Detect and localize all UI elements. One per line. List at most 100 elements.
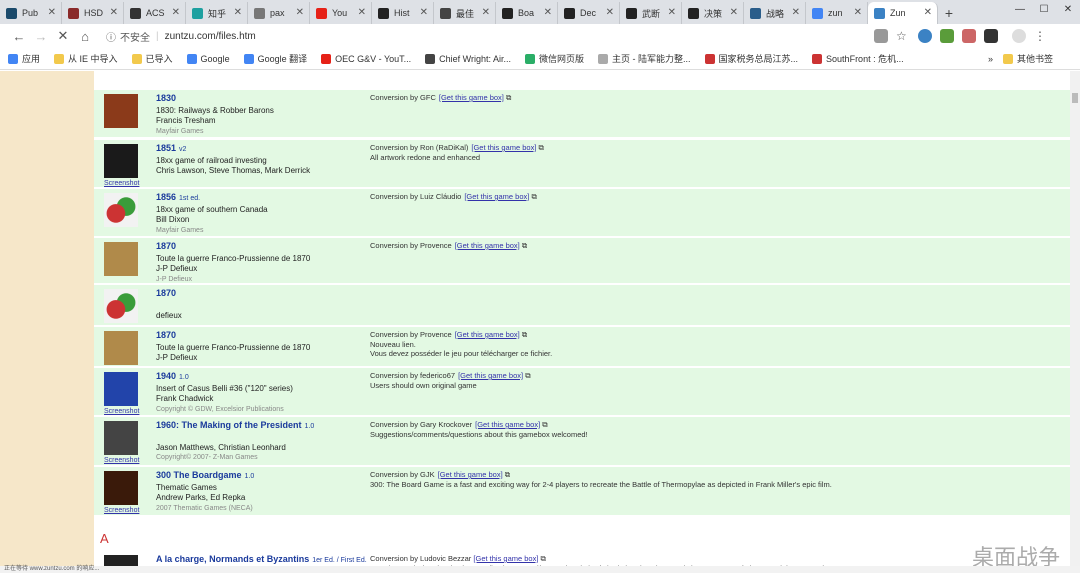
get-gamebox-link[interactable]: [Get this game box] [464, 192, 529, 201]
menu-icon[interactable]: ⋮ [1034, 29, 1048, 43]
tab-12[interactable]: 战略 ✕ [744, 2, 806, 24]
bookmark-item[interactable]: 应用 [8, 52, 40, 65]
minimize-icon[interactable]: — [1008, 0, 1032, 18]
game-title-link[interactable]: 1870 [156, 288, 176, 298]
get-gamebox-link[interactable]: [Get this game box] [455, 241, 520, 250]
box-art-thumbnail[interactable] [104, 421, 138, 455]
box-art-thumbnail[interactable] [104, 193, 138, 227]
tab-6[interactable]: Hist ✕ [372, 2, 434, 24]
tab-4[interactable]: pax ✕ [248, 2, 310, 24]
tab-close-icon[interactable]: ✕ [792, 7, 800, 18]
other-bookmarks[interactable]: 其他书签 [1003, 52, 1053, 65]
bookmark-item[interactable]: 主页 - 陆军能力整... [598, 52, 691, 65]
game-title-link[interactable]: A la charge, Normands et Byzantins [156, 554, 309, 564]
bookmark-item[interactable]: 从 IE 中导入 [54, 52, 118, 65]
tab-close-icon[interactable]: ✕ [854, 7, 862, 18]
get-gamebox-link[interactable]: [Get this game box] [439, 93, 504, 102]
get-gamebox-link[interactable]: [Get this game box] [455, 330, 520, 339]
extension-icon[interactable] [940, 29, 954, 43]
bookmark-item[interactable]: Google [186, 53, 230, 64]
box-art-thumbnail[interactable] [104, 94, 138, 128]
bookmark-item[interactable]: OEC G&V - YouT... [321, 53, 411, 64]
box-art-thumbnail[interactable] [104, 242, 138, 276]
back-icon[interactable]: ← [8, 29, 30, 44]
tab-3[interactable]: 知乎 ✕ [186, 2, 248, 24]
bookmark-item[interactable]: 已导入 [131, 52, 173, 65]
tab-close-icon[interactable]: ✕ [296, 7, 304, 18]
tab-14[interactable]: Zun ✕ [868, 2, 938, 24]
profile-icon[interactable] [1012, 29, 1026, 43]
get-gamebox-link[interactable]: [Get this game box] [438, 470, 503, 479]
tab-close-icon[interactable]: ✕ [234, 7, 242, 18]
translate-icon[interactable] [874, 29, 888, 43]
tab-close-icon[interactable]: ✕ [668, 7, 676, 18]
info-icon[interactable]: ⓘ [106, 29, 116, 44]
bookmark-item[interactable]: SouthFront : 危机... [812, 52, 904, 65]
tab-close-icon[interactable]: ✕ [730, 7, 738, 18]
bookmarks-more[interactable]: » [988, 54, 993, 64]
box-art-thumbnail[interactable] [104, 289, 138, 323]
forward-icon[interactable]: → [30, 29, 52, 44]
bookmark-item[interactable]: Chief Wright: Air... [425, 53, 511, 64]
box-art-thumbnail[interactable] [104, 471, 138, 505]
tab-close-icon[interactable]: ✕ [544, 7, 552, 18]
extension-icon[interactable] [962, 29, 976, 43]
tab-8[interactable]: Boa ✕ [496, 2, 558, 24]
get-gamebox-link[interactable]: [Get this game box] [458, 371, 523, 380]
bookmarks-list: 应用 从 IE 中导入 已导入 Google Google 翻译 OEC G&V - Yo… [8, 52, 988, 65]
tab-close-icon[interactable]: ✕ [48, 7, 56, 18]
screenshot-link[interactable]: Screenshot [104, 180, 139, 187]
conversion-note: Nouveau lien. Vous devez posséder le jeu… [370, 339, 553, 359]
game-title-link[interactable]: 1940 [156, 371, 176, 381]
box-art-thumbnail[interactable] [104, 555, 138, 566]
tab-5[interactable]: You ✕ [310, 2, 372, 24]
tab-0[interactable]: Pub ✕ [0, 2, 62, 24]
home-icon[interactable]: ⌂ [74, 29, 96, 44]
tab-close-icon[interactable]: ✕ [110, 7, 118, 18]
extension-icon[interactable] [984, 29, 998, 43]
close-icon[interactable]: ✕ [1056, 0, 1080, 18]
box-art-thumbnail[interactable] [104, 331, 138, 365]
tab-13[interactable]: zun ✕ [806, 2, 868, 24]
game-title-link[interactable]: 1960: The Making of the President [156, 420, 302, 430]
tab-9[interactable]: Dec ✕ [558, 2, 620, 24]
get-gamebox-link[interactable]: [Get this game box] [471, 143, 536, 152]
tab-2[interactable]: ACS ✕ [124, 2, 186, 24]
tab-close-icon[interactable]: ✕ [358, 7, 366, 18]
tab-1[interactable]: HSD ✕ [62, 2, 124, 24]
tab-close-icon[interactable]: ✕ [172, 7, 180, 18]
box-art-thumbnail[interactable] [104, 372, 138, 406]
screenshot-link[interactable]: Screenshot [104, 457, 139, 464]
scrollbar[interactable] [1070, 71, 1080, 566]
game-title-link[interactable]: 1830 [156, 93, 176, 103]
screenshot-link[interactable]: Screenshot [104, 408, 139, 415]
box-art-thumbnail[interactable] [104, 144, 138, 178]
tab-close-icon[interactable]: ✕ [924, 7, 932, 18]
game-title-link[interactable]: 1870 [156, 241, 176, 251]
tab-close-icon[interactable]: ✕ [482, 7, 490, 18]
tab-close-icon[interactable]: ✕ [420, 7, 428, 18]
game-title-link[interactable]: 1851 [156, 143, 176, 153]
tab-10[interactable]: 武断 ✕ [620, 2, 682, 24]
tab-close-icon[interactable]: ✕ [606, 7, 614, 18]
bookmark-item[interactable]: 国家税务总局江苏... [704, 52, 798, 65]
extension-icon[interactable] [918, 29, 932, 43]
game-title-link[interactable]: 1870 [156, 330, 176, 340]
maximize-icon[interactable]: ☐ [1032, 0, 1056, 18]
url-text[interactable]: zuntzu.com/files.htm [165, 31, 256, 42]
star-icon[interactable]: ☆ [896, 29, 910, 43]
address-bar[interactable]: ⓘ 不安全 | zuntzu.com/files.htm [106, 29, 866, 44]
table-row: Screenshot 1960: The Making of the Presid… [94, 417, 1070, 466]
tab-7[interactable]: 最佳 ✕ [434, 2, 496, 24]
get-gamebox-link[interactable]: [Get this game box] [473, 554, 538, 563]
tab-11[interactable]: 决策 ✕ [682, 2, 744, 24]
stop-icon[interactable]: ✕ [52, 28, 74, 44]
get-gamebox-link[interactable]: [Get this game box] [475, 420, 540, 429]
new-tab-button[interactable]: + [938, 2, 960, 24]
scrollbar-thumb[interactable] [1072, 93, 1078, 103]
bookmark-item[interactable]: Google 翻译 [243, 52, 307, 65]
bookmark-item[interactable]: 微信网页版 [525, 52, 584, 65]
game-title-link[interactable]: 300 The Boardgame [156, 470, 242, 480]
screenshot-link[interactable]: Screenshot [104, 507, 139, 514]
game-title-link[interactable]: 1856 [156, 192, 176, 202]
